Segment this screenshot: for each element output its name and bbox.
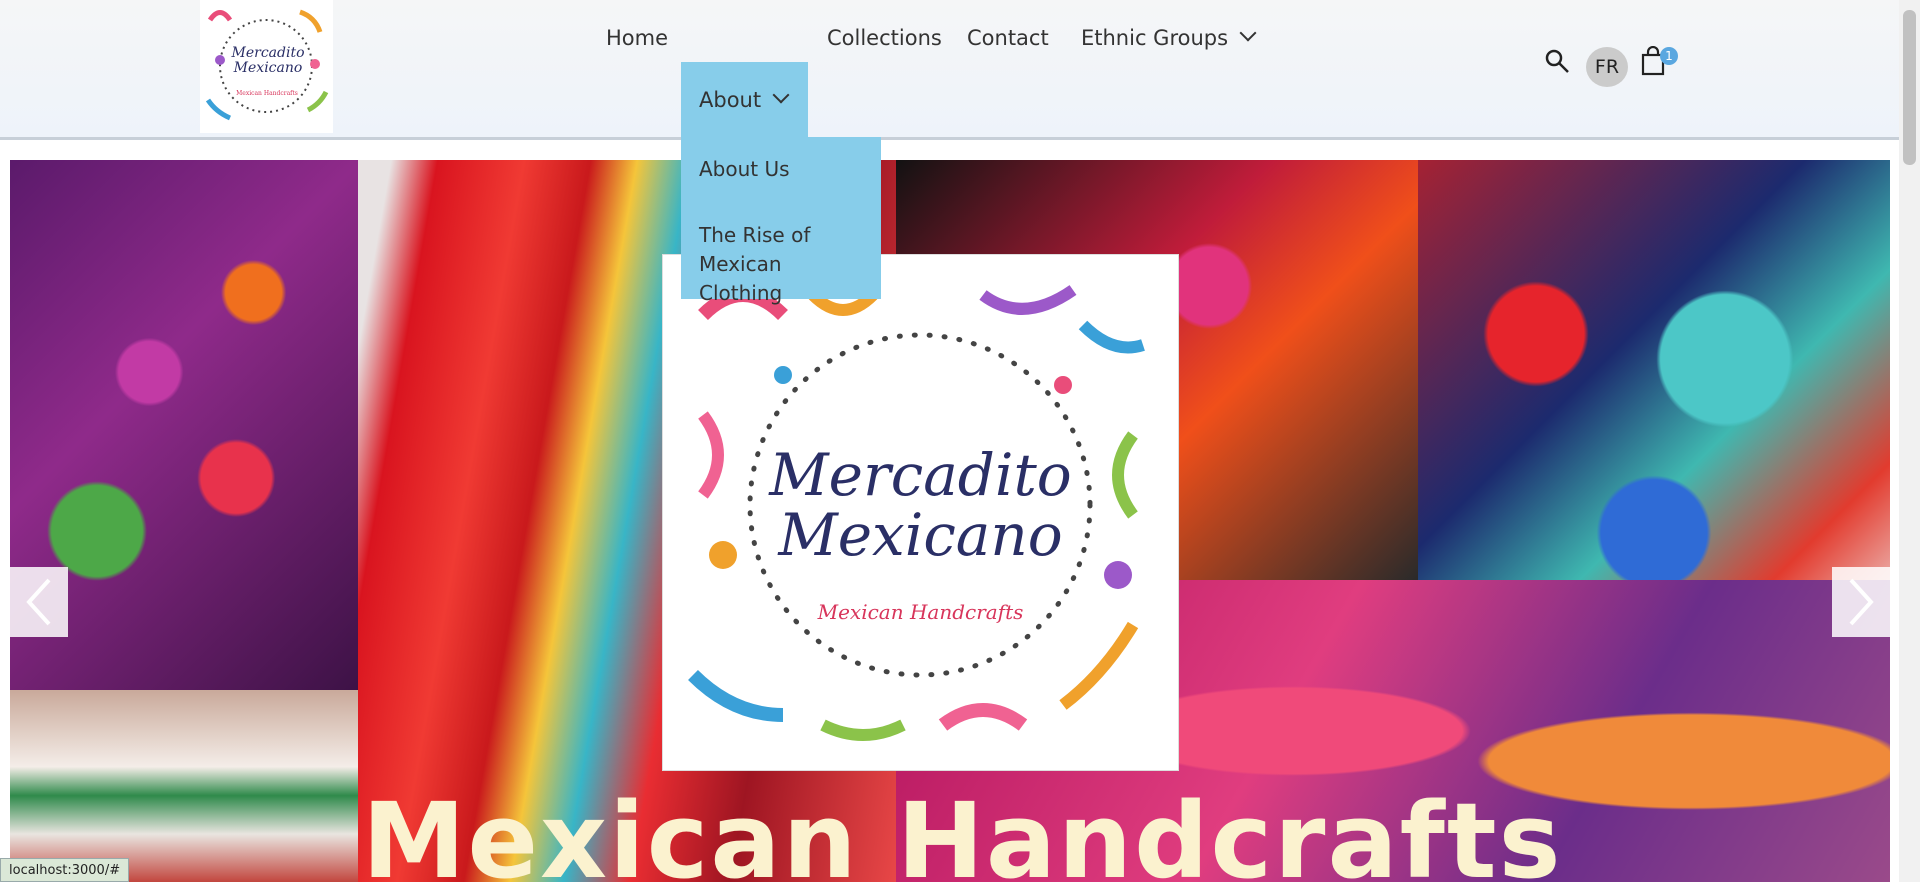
logo-subtitle: Mexican Handcrafts xyxy=(236,90,298,97)
nav-ethnic-groups[interactable]: Ethnic Groups xyxy=(1081,0,1257,75)
site-logo[interactable]: Mercadito Mexicano Mexican Handcrafts xyxy=(200,0,333,133)
scrollbar-thumb[interactable] xyxy=(1903,10,1916,165)
nav-contact-label: Contact xyxy=(967,25,1049,50)
dropdown-item-about-us[interactable]: About Us xyxy=(699,155,790,184)
language-switch[interactable]: FR xyxy=(1586,47,1628,87)
nav-about[interactable]: About xyxy=(681,62,808,137)
page-scrollbar[interactable] xyxy=(1899,0,1920,882)
white-blouse-image xyxy=(10,690,358,882)
nav-ethnic-groups-label: Ethnic Groups xyxy=(1081,25,1229,50)
hero-logo-script: Mercadito Mexicano xyxy=(769,441,1072,569)
hero-logo-subtitle: Mexican Handcrafts xyxy=(817,600,1024,624)
hero-title: Mexican Handcrafts xyxy=(362,780,1563,882)
browser-status-url: localhost:3000/# xyxy=(0,858,130,882)
nav-home-label: Home xyxy=(606,25,669,50)
carousel-next-button[interactable] xyxy=(1832,567,1890,637)
carousel-prev-button[interactable] xyxy=(10,567,68,637)
dropdown-item-rise-of-mexican-clothing[interactable]: The Rise of Mexican Clothing xyxy=(699,221,869,308)
chevron-right-icon xyxy=(1849,578,1874,626)
chevron-down-icon xyxy=(772,86,790,103)
about-dropdown-menu: About Us The Rise of Mexican Clothing xyxy=(681,137,881,305)
hero-banner: Mercadito Mexicano Mexican Handcrafts Me… xyxy=(10,160,1890,882)
hero-logo-card: Mercadito Mexicano Mexican Handcrafts xyxy=(663,255,1178,770)
cart-count-badge: 1 xyxy=(1660,47,1678,65)
nav-about-label: About xyxy=(699,87,762,112)
nav-collections-label: Collections xyxy=(827,25,942,50)
site-header: Mercadito Mexicano Mexican Handcrafts Ho… xyxy=(0,0,1899,140)
logo-script: Mercadito Mexicano xyxy=(231,45,305,76)
chevron-down-icon xyxy=(1239,24,1257,41)
search-icon[interactable] xyxy=(1544,48,1570,74)
nav-home[interactable]: Home xyxy=(606,0,668,75)
chevron-left-icon xyxy=(26,578,51,626)
nav-contact[interactable]: Contact xyxy=(967,0,1049,75)
nav-collections[interactable]: Collections xyxy=(827,0,942,75)
